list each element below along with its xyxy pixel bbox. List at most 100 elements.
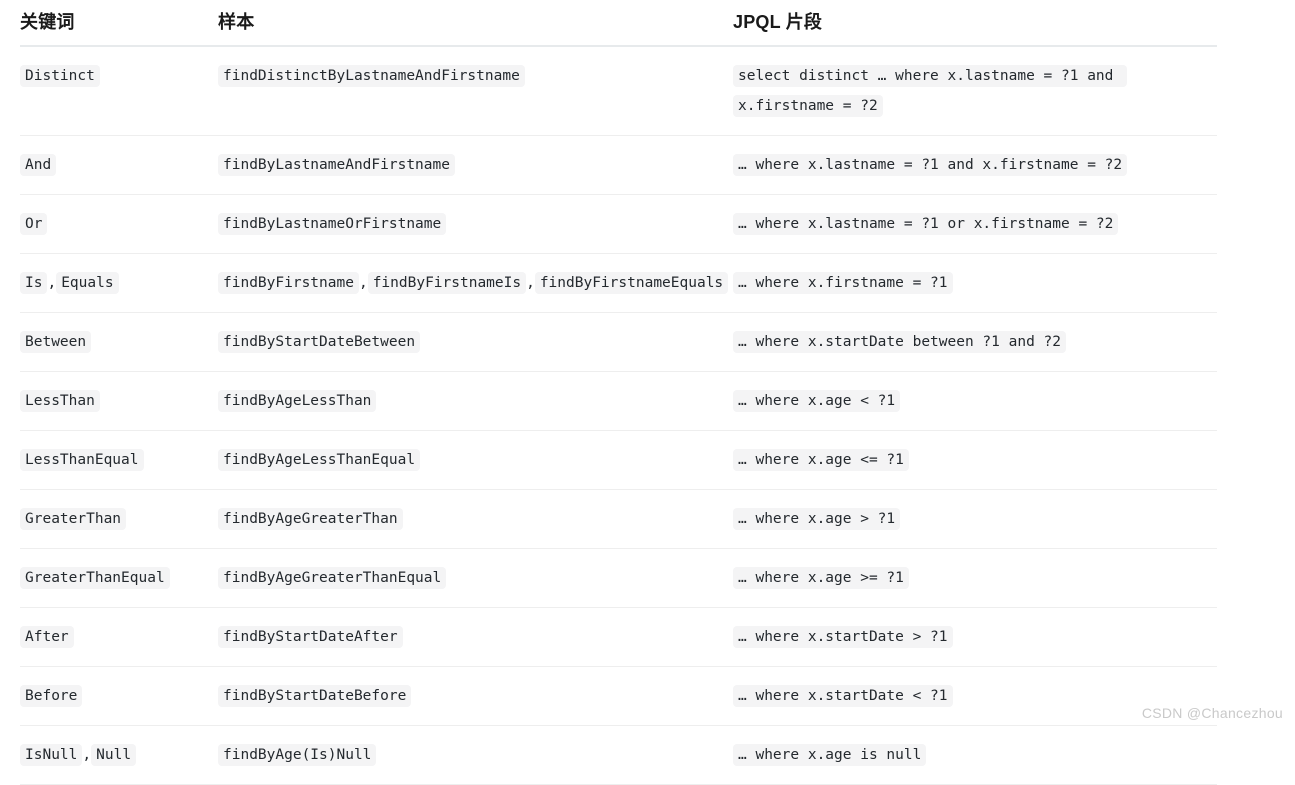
table-row: GreaterThan findByAgeGreaterThan … where x… [20,489,1217,549]
cell-jpql: … where x.lastname = ?1 or x.firstname =… [733,194,1217,254]
watermark: CSDN @Chancezhou [1141,705,1283,721]
code-chip: select distinct … where x.lastname = ?1 … [733,65,1128,117]
code-chip: Is [20,272,48,294]
cell-jpql: … where x.firstname = ?1 [733,253,1217,313]
cell-sample: findByStartDateAfter [218,607,733,667]
cell-content: GreaterThan [20,504,218,534]
cell-keyword: Between [20,312,218,372]
cell-content: … where x.lastname = ?1 or x.firstname =… [733,209,1217,239]
cell-sample: findByLastnameAndFirstname [218,135,733,195]
cell-jpql: … where x.age > ?1 [733,489,1217,549]
cell-jpql: … where x.age >= ?1 [733,548,1217,608]
cell-sample: findByStartDateBetween [218,312,733,372]
cell-keyword: LessThanEqual [20,430,218,490]
cell-content: findByAge(Is)Null [218,740,733,770]
code-chip: Before [20,685,83,707]
page-root: { "table": { "headers": { "keyword": "关键… [0,0,1295,785]
cell-content: findByAgeLessThanEqual [218,445,733,475]
cell-content: LessThan [20,386,218,416]
table-row: IsNull, Null findByAge(Is)Null … where x.ag… [20,725,1217,785]
code-chip: Or [20,213,48,235]
code-chip: GreaterThan [20,508,127,530]
cell-jpql: … where x.age is null [733,725,1217,785]
chip-separator: , [47,275,57,291]
cell-keyword: And [20,135,218,195]
code-chip: Distinct [20,65,100,87]
code-chip: findByAgeGreaterThan [218,508,403,530]
cell-content: findByLastnameAndFirstname [218,150,733,180]
table-row: After findByStartDateAfter … where x.start… [20,607,1217,667]
cell-sample: findByStartDateBefore [218,666,733,726]
code-chip: findByAgeLessThanEqual [218,449,421,471]
cell-content: GreaterThanEqual [20,563,218,593]
column-header-sample: 样本 [218,0,733,47]
cell-content: select distinct … where x.lastname = ?1 … [733,61,1217,121]
cell-sample: findByFirstname, findByFirstnameIs, findBy… [218,253,733,313]
code-chip: … where x.lastname = ?1 or x.firstname =… [733,213,1119,235]
cell-content: Between [20,327,218,357]
cell-content: And [20,150,218,180]
cell-content: findByFirstname, findByFirstnameIs, findBy… [218,268,733,298]
column-header-jpql: JPQL 片段 [733,0,1217,47]
code-chip: … where x.firstname = ?1 [733,272,953,294]
cell-sample: findByAgeGreaterThanEqual [218,548,733,608]
code-chip: … where x.startDate between ?1 and ?2 [733,331,1067,353]
cell-content: findByStartDateAfter [218,622,733,652]
table-row: Distinct findDistinctByLastnameAndFirstna… [20,46,1217,136]
table-row: Is, Equals findByFirstname, findByFirstname… [20,253,1217,313]
cell-content: … where x.age > ?1 [733,504,1217,534]
code-chip: findByAge(Is)Null [218,744,377,766]
keyword-reference-table-container: 关键词 样本 JPQL 片段 Distinct findDistinctByLas… [20,0,1217,785]
table-row: LessThanEqual findByAgeLessThanEqual … whe… [20,430,1217,490]
cell-jpql: select distinct … where x.lastname = ?1 … [733,46,1217,136]
cell-jpql: … where x.age < ?1 [733,371,1217,431]
code-chip: findByFirstnameEquals [534,272,729,294]
cell-content: findByLastnameOrFirstname [218,209,733,239]
table-header-row: 关键词 样本 JPQL 片段 [20,0,1217,47]
code-chip: And [20,154,57,176]
cell-content: findByAgeLessThan [218,386,733,416]
cell-keyword: Distinct [20,46,218,136]
cell-keyword: IsNull, Null [20,725,218,785]
cell-content: findByAgeGreaterThan [218,504,733,534]
table-row: Or findByLastnameOrFirstname … where x.las… [20,194,1217,254]
cell-sample: findByAgeLessThan [218,371,733,431]
code-chip: Equals [56,272,119,294]
cell-jpql: … where x.startDate > ?1 [733,607,1217,667]
cell-content: After [20,622,218,652]
code-chip: findByAgeLessThan [218,390,377,412]
cell-content: IsNull, Null [20,740,218,770]
cell-content: … where x.age >= ?1 [733,563,1217,593]
cell-keyword: LessThan [20,371,218,431]
cell-keyword: Or [20,194,218,254]
code-chip: … where x.age > ?1 [733,508,901,530]
cell-sample: findByAge(Is)Null [218,725,733,785]
code-chip: Between [20,331,92,353]
code-chip: findByStartDateAfter [218,626,403,648]
table-header: 关键词 样本 JPQL 片段 [20,0,1217,47]
cell-content: findByStartDateBetween [218,327,733,357]
chip-separator: , [82,747,92,763]
cell-sample: findByAgeLessThanEqual [218,430,733,490]
code-chip: LessThan [20,390,100,412]
table-row: GreaterThanEqual findByAgeGreaterThanEqua… [20,548,1217,608]
cell-sample: findByAgeGreaterThan [218,489,733,549]
code-chip: … where x.age <= ?1 [733,449,909,471]
cell-content: … where x.startDate > ?1 [733,622,1217,652]
cell-keyword: GreaterThanEqual [20,548,218,608]
cell-content: … where x.firstname = ?1 [733,268,1217,298]
code-chip: LessThanEqual [20,449,144,471]
cell-content: Or [20,209,218,239]
code-chip: findByFirstname [218,272,359,294]
code-chip: … where x.age is null [733,744,927,766]
cell-jpql: … where x.age <= ?1 [733,430,1217,490]
code-chip: findByFirstnameIs [367,272,527,294]
cell-content: LessThanEqual [20,445,218,475]
code-chip: findByLastnameOrFirstname [218,213,447,235]
cell-content: … where x.startDate between ?1 and ?2 [733,327,1217,357]
code-chip: … where x.startDate < ?1 [733,685,953,707]
table-row: LessThan findByAgeLessThan … where x.age <… [20,371,1217,431]
chip-separator: , [526,275,535,291]
cell-keyword: Before [20,666,218,726]
table-body: Distinct findDistinctByLastnameAndFirstna… [20,46,1217,785]
